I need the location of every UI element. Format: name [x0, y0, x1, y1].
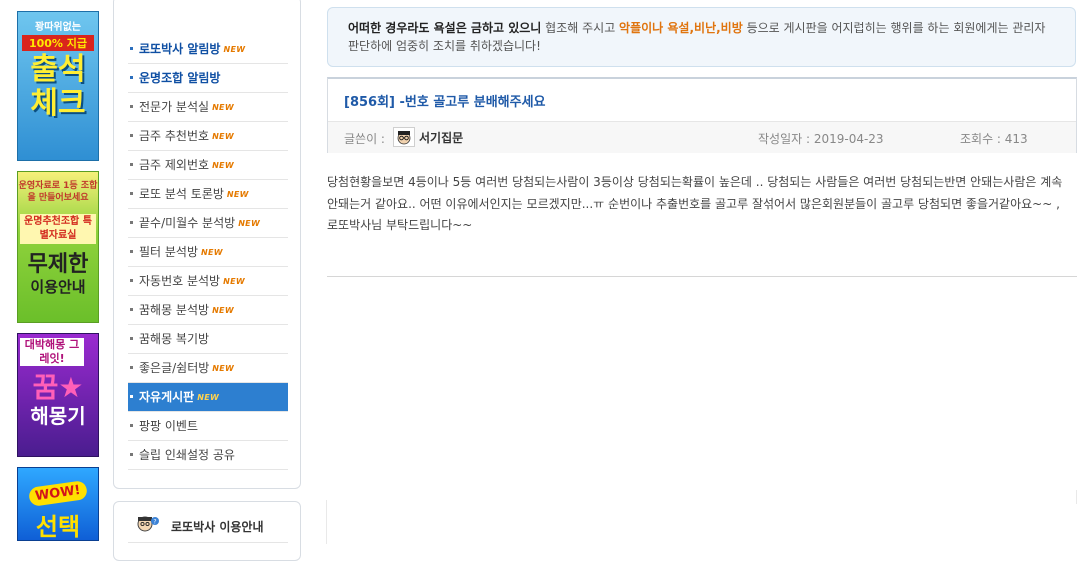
banner-text: WOW!: [28, 480, 88, 507]
banner-text: 무제한: [27, 252, 89, 277]
bullet-icon: [130, 279, 133, 282]
notice-warning-text: 악플이나 욕설,비난,비방: [619, 21, 743, 35]
banner-text: 꽝따위없는: [35, 22, 81, 33]
menu-item-filter[interactable]: 필터 분석방 NEW: [128, 238, 288, 267]
author-label: 글쓴이 :: [344, 132, 385, 146]
menu-item-label: 꿈해몽 분석방: [139, 303, 210, 317]
banner-text: 출석: [30, 52, 86, 87]
new-badge: NEW: [212, 131, 234, 141]
menu-item-label: 로또 분석 토론방: [139, 187, 224, 201]
banner-text: 운영자료로 1등 조합을 만들어보세요: [18, 181, 98, 203]
bullet-icon: [130, 47, 133, 50]
banner-column: 꽝따위없는 100% 지급 출석 체크 운영자료로 1등 조합을 만들어보세요 …: [17, 11, 99, 551]
new-badge: NEW: [212, 160, 234, 170]
new-badge: NEW: [212, 102, 234, 112]
bullet-icon: [130, 308, 133, 311]
banner-text: 100% 지급: [22, 35, 94, 51]
new-badge: NEW: [223, 44, 246, 54]
divider: [327, 276, 1077, 277]
post-header: [856회] -번호 골고루 분배해주세요 글쓴이 : 서기집문 작성일자 : …: [327, 77, 1077, 153]
menu-item-expert[interactable]: 전문가 분석실 NEW: [128, 93, 288, 122]
menu-item-slip-print[interactable]: 슬립 인쇄설정 공유: [128, 441, 288, 470]
post-body: 당첨현황을보면 4등이나 5등 여러번 당첨되는사람이 3등이상 당첨되는확률이…: [327, 175, 1063, 232]
new-badge: NEW: [212, 305, 234, 315]
bullet-icon: [130, 250, 133, 253]
banner-text: 해몽기: [30, 404, 86, 428]
menu-item-label: 로또박사 알림방: [139, 42, 221, 56]
menu-item-auto[interactable]: 자동번호 분석방 NEW: [128, 267, 288, 296]
wow-banner[interactable]: WOW! 선택: [17, 467, 99, 541]
bullet-icon: [130, 366, 133, 369]
divider: [1076, 490, 1077, 504]
post-views: 조회수 : 413: [960, 132, 1028, 146]
new-badge: NEW: [212, 363, 235, 373]
banner-text: 이용안내: [30, 278, 86, 296]
new-badge: NEW: [223, 276, 245, 286]
menu-item-good-words[interactable]: 좋은글/쉼터방 NEW: [128, 354, 288, 383]
menu-item-discussion[interactable]: 로또 분석 토론방 NEW: [128, 180, 288, 209]
board-menu-box: 로또박사 알림방 NEW 운명조합 알림방 전문가 분석실 NEW 금주 추천번호 N…: [113, 0, 301, 489]
banner-text: 대박해몽 그레잇!: [20, 338, 84, 366]
menu-item-label: 금주 추천번호: [139, 129, 210, 143]
banner-text: 운명추천조합 특별자료실: [20, 214, 96, 244]
menu-item-endnum[interactable]: 끝수/미월수 분석방 NEW: [128, 209, 288, 238]
menu-item-dream-review[interactable]: 꿈해몽 복기방: [128, 325, 288, 354]
attendance-banner[interactable]: 꽝따위없는 100% 지급 출석 체크: [17, 11, 99, 161]
bullet-icon: [130, 395, 133, 398]
menu-item-lotto-notice[interactable]: 로또박사 알림방 NEW: [128, 35, 288, 64]
menu-item-free-board[interactable]: 자유게시판 NEW: [128, 383, 288, 412]
post-meta: 글쓴이 : 서기집문 작성일자 : 2019-04-23 조회수 : 413: [328, 121, 1076, 153]
post-title: [856회] -번호 골고루 분배해주세요: [344, 95, 546, 110]
menu-item-label: 운명조합 알림방: [139, 71, 221, 85]
bullet-icon: [130, 192, 133, 195]
menu-item-recommend[interactable]: 금주 추천번호 NEW: [128, 122, 288, 151]
menu-item-exclude[interactable]: 금주 제외번호 NEW: [128, 151, 288, 180]
menu-item-label: 전문가 분석실: [139, 100, 210, 114]
new-badge: NEW: [238, 218, 261, 228]
menu-item-label: 슬립 인쇄설정 공유: [139, 448, 235, 462]
notice-text: 협조해 주시고: [541, 21, 620, 35]
new-badge: NEW: [201, 247, 223, 257]
banner-text: 꿈★: [32, 371, 84, 404]
notice-strong-text: 어떠한 경우라도 욕설은 금하고 있으니: [348, 21, 542, 35]
bullet-icon: [130, 134, 133, 137]
menu-item-fate-notice[interactable]: 운명조합 알림방: [128, 64, 288, 93]
bullet-icon: [130, 337, 133, 340]
svg-text:?: ?: [153, 519, 156, 526]
new-badge: NEW: [226, 189, 249, 199]
guide-label: 로또박사 이용안내: [171, 520, 264, 534]
banner-text: 선택: [35, 513, 81, 541]
divider: [128, 542, 288, 543]
menu-item-dream-analysis[interactable]: 꿈해몽 분석방 NEW: [128, 296, 288, 325]
author-name[interactable]: 서기집문: [419, 129, 463, 146]
menu-item-label: 자유게시판: [139, 390, 195, 404]
bullet-icon: [130, 105, 133, 108]
dream-interpretation-banner[interactable]: 대박해몽 그레잇! 꿈★ 해몽기: [17, 333, 99, 457]
new-badge: NEW: [197, 392, 220, 402]
menu-item-label: 자동번호 분석방: [139, 274, 221, 288]
menu-item-label: 필터 분석방: [139, 245, 199, 259]
divider: [326, 500, 327, 544]
user-guide-icon: ?: [137, 516, 159, 532]
menu-item-event[interactable]: 팡팡 이벤트: [128, 412, 288, 441]
unlimited-banner[interactable]: 운영자료로 1등 조합을 만들어보세요 운명추천조합 특별자료실 무제한 이용안…: [17, 171, 99, 323]
board-notice: 어떠한 경우라도 욕설은 금하고 있으니 협조해 주시고 악플이나 욕설,비난,…: [327, 7, 1076, 67]
bullet-icon: [130, 453, 133, 456]
menu-item-label: 끝수/미월수 분석방: [139, 216, 236, 230]
avatar-icon: [393, 127, 415, 147]
bullet-icon: [130, 424, 133, 427]
menu-item-label: 꿈해몽 복기방: [139, 332, 210, 346]
bullet-icon: [130, 76, 133, 79]
menu-item-label: 좋은글/쉼터방: [139, 361, 210, 375]
post-date: 작성일자 : 2019-04-23: [758, 132, 884, 146]
bullet-icon: [130, 221, 133, 224]
menu-item-label: 팡팡 이벤트: [139, 419, 199, 433]
board-menu: 로또박사 알림방 NEW 운명조합 알림방 전문가 분석실 NEW 금주 추천번호 N…: [128, 35, 288, 470]
bullet-icon: [130, 163, 133, 166]
guide-box[interactable]: ? 로또박사 이용안내: [113, 501, 301, 561]
banner-text: 체크: [30, 86, 86, 121]
menu-item-label: 금주 제외번호: [139, 158, 210, 172]
